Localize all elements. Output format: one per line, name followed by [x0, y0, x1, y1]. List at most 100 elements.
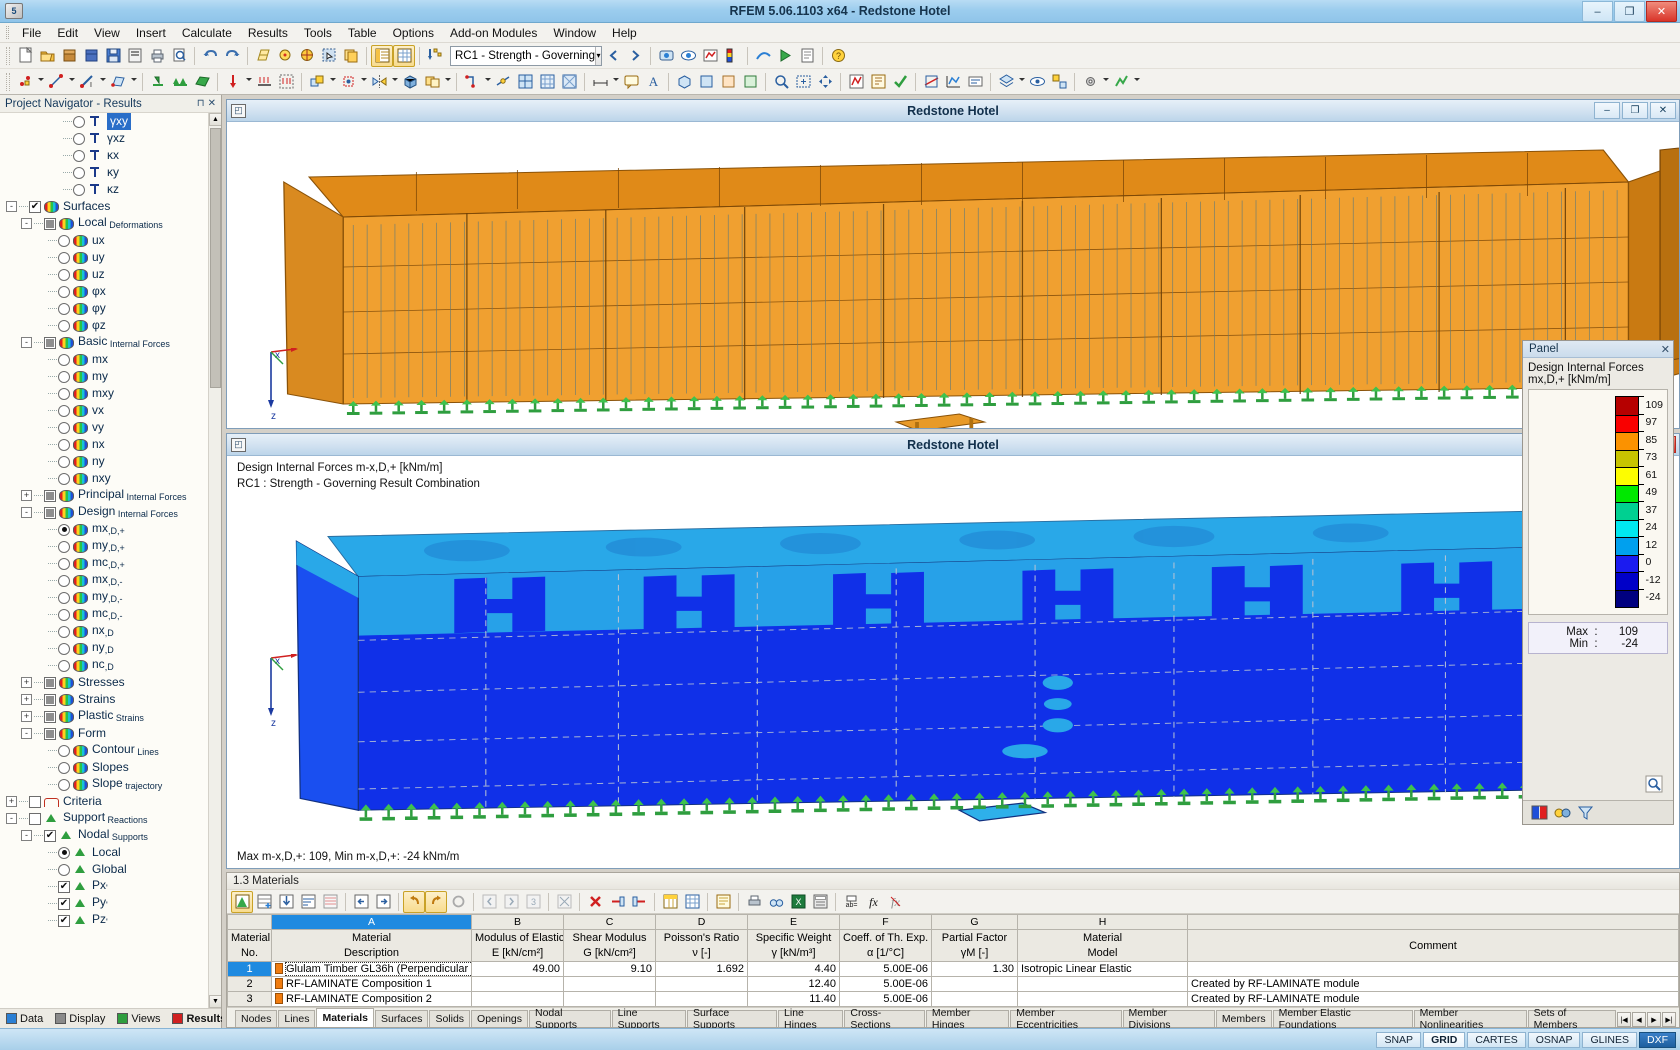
table-gridlines-icon[interactable]	[681, 891, 703, 913]
tree-radio[interactable]	[73, 183, 85, 196]
chevron-down-icon[interactable]	[611, 77, 620, 86]
cell-shear-modulus[interactable]	[563, 976, 656, 992]
tree-expander[interactable]: -	[21, 337, 32, 348]
cell-comment[interactable]: Created by RF-LAMINATE module	[1187, 976, 1679, 992]
tree-radio[interactable]	[58, 251, 70, 264]
table-tab-member-divisions[interactable]: Member Divisions	[1122, 1007, 1215, 1031]
cell-material-description[interactable]: Glulam Timber GL36h (Perpendicular to Gr…	[271, 961, 472, 977]
table-edit-icon[interactable]	[231, 890, 253, 913]
table-delete-row-icon[interactable]	[606, 891, 628, 913]
tree-item--z[interactable]: φz	[0, 317, 221, 334]
new-line-icon[interactable]	[45, 71, 67, 93]
status-button-grid[interactable]: GRID	[1423, 1031, 1466, 1048]
tree-tristate-checkbox[interactable]	[44, 489, 56, 502]
chevron-down-icon[interactable]	[443, 77, 452, 86]
col-letter-c[interactable]: C	[563, 914, 656, 930]
view-iso-icon[interactable]	[673, 71, 695, 93]
color-scale-icon[interactable]	[721, 45, 743, 67]
table-function-clear-icon[interactable]: fx	[884, 891, 906, 913]
status-button-cartes[interactable]: CARTES	[1467, 1031, 1526, 1048]
tree-expander[interactable]: +	[21, 711, 32, 722]
comment-icon[interactable]	[620, 71, 642, 93]
col-letter-h[interactable]: H	[1017, 914, 1188, 930]
table-tab-lines[interactable]: Lines	[278, 1010, 316, 1027]
cell-material-no[interactable]: 3	[227, 991, 272, 1007]
view-xy-icon[interactable]	[695, 71, 717, 93]
tree-radio[interactable]	[58, 319, 70, 332]
nodal-load-icon[interactable]	[222, 71, 244, 93]
move-copy-icon[interactable]	[306, 71, 328, 93]
tree-radio[interactable]	[58, 472, 70, 485]
menu-item-options[interactable]: Options	[385, 24, 442, 42]
chart-tools-icon[interactable]	[1110, 71, 1132, 93]
table-tab-materials[interactable]: Materials	[316, 1008, 374, 1027]
tree-item-nxy[interactable]: nxy	[0, 470, 221, 487]
tree-item--y[interactable]: φy	[0, 300, 221, 317]
color-legend[interactable]: 109 97 85 73 61 49 37 24 12 0 -12 -24	[1528, 389, 1668, 615]
menu-item-window[interactable]: Window	[545, 24, 604, 42]
tree-item-ny-d[interactable]: ny,D	[0, 640, 221, 657]
navigator-tab-data[interactable]: Data	[0, 1013, 49, 1025]
tree-radio[interactable]	[58, 642, 70, 655]
table-tab-surface-supports[interactable]: Surface Supports	[686, 1007, 778, 1031]
tab-prev-button[interactable]: ◀	[1632, 1012, 1646, 1027]
tree-expander[interactable]: +	[21, 490, 32, 501]
materials-table[interactable]: A B C D E F G H Material Material Modulu…	[227, 914, 1679, 1007]
chevron-down-icon[interactable]	[1101, 77, 1110, 86]
tree-item-plastic-strains[interactable]: + Plastic Strains	[0, 708, 221, 725]
tree-item-uz[interactable]: uz	[0, 266, 221, 283]
scroll-thumb[interactable]	[210, 128, 221, 388]
tree-item--y[interactable]: κy	[0, 164, 221, 181]
tree-radio[interactable]	[58, 761, 70, 774]
line-support-icon[interactable]	[169, 71, 191, 93]
tree-item-my[interactable]: my	[0, 368, 221, 385]
tree-radio[interactable]	[73, 149, 85, 162]
tree-item-form[interactable]: - Form	[0, 725, 221, 742]
chevron-down-icon[interactable]	[359, 77, 368, 86]
results-values-icon[interactable]	[699, 45, 721, 67]
print-preview-icon[interactable]	[168, 45, 190, 67]
results-on-off-icon[interactable]	[655, 45, 677, 67]
tree-item--z[interactable]: κz	[0, 181, 221, 198]
table-tab-nodal-supports[interactable]: Nodal Supports	[529, 1007, 611, 1031]
open-file-icon[interactable]	[36, 45, 58, 67]
tree-radio[interactable]	[58, 591, 70, 604]
copy-window-icon[interactable]	[340, 45, 362, 67]
tree-expander[interactable]: -	[6, 201, 17, 212]
table-print-icon[interactable]	[743, 891, 765, 913]
show-grid-table-icon[interactable]	[393, 44, 415, 67]
tree-checkbox[interactable]	[29, 795, 41, 808]
panel-close-icon[interactable]: ✕	[1661, 343, 1670, 356]
mesh-refine-icon[interactable]	[514, 71, 536, 93]
redo-icon[interactable]	[221, 45, 243, 67]
tree-radio[interactable]	[73, 166, 85, 179]
tree-radio[interactable]	[73, 132, 85, 145]
tree-expander[interactable]: +	[6, 796, 17, 807]
tree-item-mxy[interactable]: mxy	[0, 385, 221, 402]
tree-radio[interactable]	[58, 302, 70, 315]
pan-icon[interactable]	[814, 71, 836, 93]
cell-modulus-elasticity[interactable]: 49.00	[471, 961, 564, 977]
new-file-icon[interactable]	[14, 45, 36, 67]
tree-expander[interactable]: -	[21, 830, 32, 841]
col-letter-f[interactable]: F	[839, 914, 932, 930]
mirror-icon[interactable]	[368, 71, 390, 93]
tree-item-slope-trajectory[interactable]: Slope trajectory	[0, 776, 221, 793]
tree-checkbox[interactable]: ✔	[58, 897, 70, 910]
deformation-icon[interactable]	[752, 45, 774, 67]
text-icon[interactable]: A	[642, 71, 664, 93]
tree-item-pz-[interactable]: ✔ Pz'	[0, 912, 221, 929]
zoom-target-icon[interactable]	[296, 45, 318, 67]
split-icon[interactable]	[421, 71, 443, 93]
cell-partial-factor[interactable]	[931, 991, 1018, 1007]
tree-radio[interactable]	[58, 540, 70, 553]
table-tab-solids[interactable]: Solids	[429, 1010, 471, 1027]
table-tab-surfaces[interactable]: Surfaces	[375, 1010, 429, 1027]
table-row[interactable]: 1 Glulam Timber GL36h (Perpendicular to G…	[227, 961, 1679, 977]
tree-expander[interactable]: -	[21, 507, 32, 518]
menu-item-help[interactable]: Help	[604, 24, 645, 42]
table-body[interactable]: 1 Glulam Timber GL36h (Perpendicular to G…	[227, 961, 1679, 1007]
load-case-select-icon[interactable]	[424, 45, 446, 67]
cell-partial-factor[interactable]	[931, 976, 1018, 992]
tree-radio[interactable]	[58, 438, 70, 451]
